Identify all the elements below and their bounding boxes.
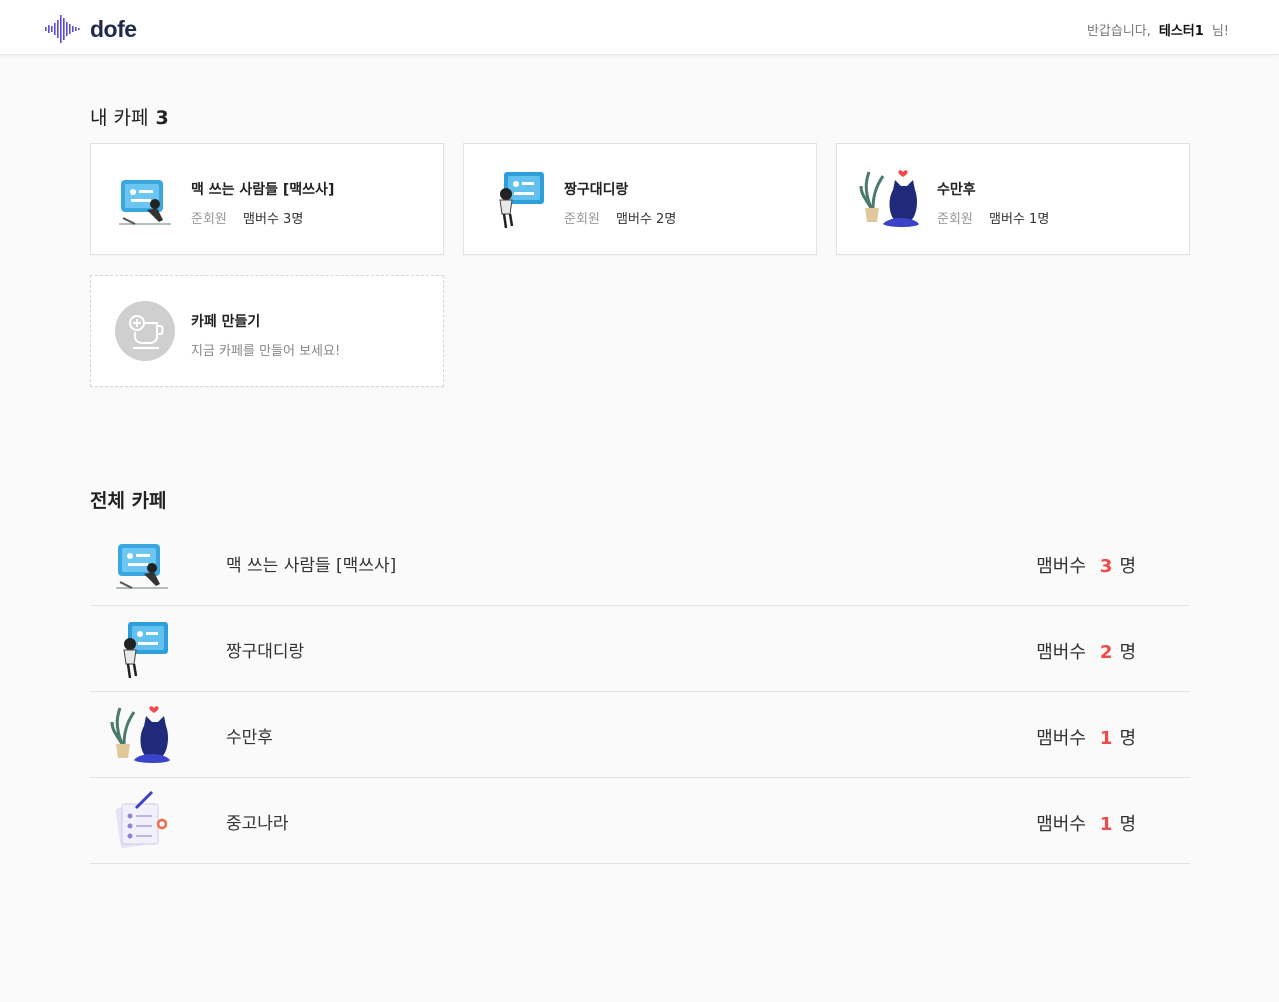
create-cafe-card[interactable]: 카페 만들기 지금 카페를 만들어 보세요! bbox=[90, 275, 444, 387]
cafe-name: 짱구대디랑 bbox=[564, 182, 629, 198]
my-cafes-heading: 내 카페 3 bbox=[90, 103, 169, 130]
cafe-meta: 준회원 맴버수 3명 bbox=[191, 208, 334, 227]
member-label: 맴버수 bbox=[1036, 814, 1086, 835]
mac-user-illustration-icon bbox=[110, 532, 172, 594]
all-cafes-title: 전체 카페 bbox=[90, 490, 167, 512]
cafe-name: 짱구대디랑 bbox=[226, 642, 305, 662]
cafe-name: 중고나라 bbox=[226, 814, 289, 834]
cafe-list-row[interactable]: 수만후 맴버수 1 명 bbox=[90, 692, 1190, 778]
cat-plant-illustration-icon bbox=[859, 168, 921, 230]
member-number: 2 bbox=[1099, 642, 1113, 663]
cafe-list-row[interactable]: 맥 쓰는 사람들 [맥쓰사] 맴버수 3 명 bbox=[90, 520, 1190, 606]
checklist-illustration-icon bbox=[110, 790, 172, 852]
member-count: 맴버수 2명 bbox=[616, 212, 677, 227]
cafe-list-row[interactable]: 짱구대디랑 맴버수 2 명 bbox=[90, 606, 1190, 692]
cafe-name: 맥 쓰는 사람들 [맥쓰사] bbox=[191, 182, 335, 198]
my-cafe-card[interactable]: 맥 쓰는 사람들 [맥쓰사] 준회원 맴버수 3명 bbox=[90, 143, 444, 255]
member-label: 맴버수 bbox=[1036, 556, 1086, 577]
brand-logo[interactable]: dofe bbox=[45, 14, 137, 44]
create-cafe-description: 지금 카페를 만들어 보세요! bbox=[191, 344, 341, 359]
create-cafe-title: 카페 만들기 bbox=[191, 314, 261, 330]
greeting-prefix: 반갑습니다, bbox=[1086, 24, 1151, 39]
board-user-illustration-icon bbox=[486, 168, 548, 230]
greeting-suffix: 님! bbox=[1211, 24, 1229, 39]
cafe-name: 맥 쓰는 사람들 [맥쓰사] bbox=[226, 556, 397, 576]
member-count: 맴버수 1 명 bbox=[1036, 724, 1136, 750]
soundwave-icon bbox=[45, 15, 80, 43]
member-count: 맴버수 3명 bbox=[243, 212, 304, 227]
my-cafes-count: 3 bbox=[155, 107, 169, 129]
member-label: 맴버수 bbox=[1036, 728, 1086, 749]
cafe-meta: 준회원 맴버수 2명 bbox=[564, 208, 676, 227]
member-number: 1 bbox=[1099, 814, 1113, 835]
user-name[interactable]: 테스터1 bbox=[1159, 20, 1204, 39]
all-cafes-heading: 전체 카페 bbox=[90, 486, 167, 513]
cafe-list-row[interactable]: 중고나라 맴버수 1 명 bbox=[90, 778, 1190, 864]
cafe-name: 수만후 bbox=[937, 182, 976, 198]
user-greeting: 반갑습니다, 테스터1 님! bbox=[1087, 20, 1229, 39]
member-label: 맴버수 bbox=[1036, 642, 1086, 663]
member-count: 맴버수 3 명 bbox=[1036, 552, 1136, 578]
member-count: 맴버수 1명 bbox=[989, 212, 1050, 227]
member-unit: 명 bbox=[1119, 556, 1136, 577]
member-unit: 명 bbox=[1119, 728, 1136, 749]
top-header: dofe 반갑습니다, 테스터1 님! bbox=[0, 0, 1279, 55]
cat-plant-illustration-icon bbox=[110, 704, 172, 766]
board-user-illustration-icon bbox=[110, 618, 172, 680]
member-unit: 명 bbox=[1119, 642, 1136, 663]
member-unit: 명 bbox=[1119, 814, 1136, 835]
member-role: 준회원 bbox=[564, 212, 600, 227]
mac-user-illustration-icon bbox=[113, 168, 175, 230]
my-cafe-card[interactable]: 수만후 준회원 맴버수 1명 bbox=[836, 143, 1190, 255]
member-number: 1 bbox=[1099, 728, 1113, 749]
add-cup-icon bbox=[115, 301, 175, 361]
brand-name: dofe bbox=[90, 15, 137, 42]
all-cafes-list: 맥 쓰는 사람들 [맥쓰사] 맴버수 3 명 짱구대디랑 맴버수 2 명 수만후… bbox=[90, 520, 1190, 864]
member-role: 준회원 bbox=[937, 212, 973, 227]
member-count: 맴버수 2 명 bbox=[1036, 638, 1136, 664]
my-cafe-card[interactable]: 짱구대디랑 준회원 맴버수 2명 bbox=[463, 143, 817, 255]
cafe-name: 수만후 bbox=[226, 728, 273, 748]
member-number: 3 bbox=[1099, 556, 1113, 577]
cafe-meta: 준회원 맴버수 1명 bbox=[937, 208, 1049, 227]
member-role: 준회원 bbox=[191, 212, 227, 227]
my-cafes-title: 내 카페 bbox=[90, 107, 149, 129]
member-count: 맴버수 1 명 bbox=[1036, 810, 1136, 836]
